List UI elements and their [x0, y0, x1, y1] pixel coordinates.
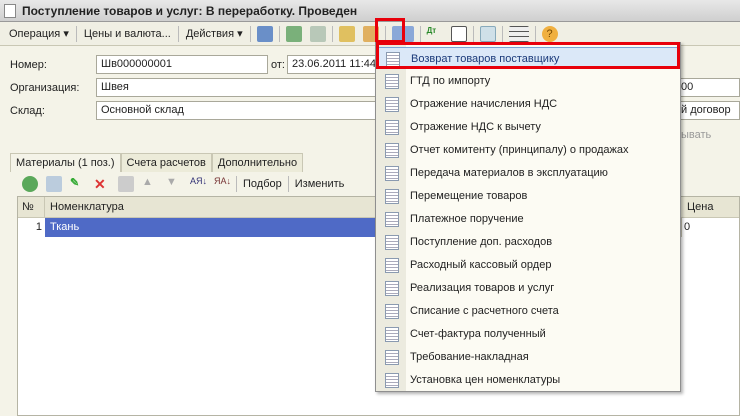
- menu-item[interactable]: Передача материалов в эксплуатацию: [378, 162, 678, 184]
- sort-desc-icon[interactable]: ЯА↓: [214, 176, 231, 192]
- move-down-icon[interactable]: ▼: [166, 176, 182, 192]
- post-icon[interactable]: [256, 25, 273, 42]
- move-up-icon[interactable]: ▲: [142, 176, 158, 192]
- menu-item[interactable]: Реализация товаров и услуг: [378, 277, 678, 299]
- partial-field-2[interactable]: й договор: [680, 101, 740, 120]
- menu-item[interactable]: Перемещение товаров: [378, 185, 678, 207]
- menu-item-label: Счет-фактура полученный: [410, 328, 546, 340]
- menu-item-label: Требование-накладная: [410, 351, 529, 363]
- row-price[interactable]: 0: [681, 218, 690, 237]
- menu-item[interactable]: Поступление доп. расходов: [378, 231, 678, 253]
- document-icon: [385, 166, 399, 181]
- document-icon: [385, 304, 399, 319]
- organization-label: Организация:: [10, 82, 80, 94]
- end-edit-icon[interactable]: [118, 176, 134, 192]
- copy-row-icon[interactable]: [46, 176, 62, 192]
- warehouse-label: Склад:: [10, 105, 45, 117]
- document-icon: [385, 189, 399, 204]
- delete-icon[interactable]: ✕: [94, 176, 110, 192]
- structure-icon[interactable]: [479, 25, 496, 42]
- create-based-on-highlight: [375, 18, 405, 43]
- document-icon: [385, 281, 399, 296]
- actions-menu[interactable]: Действия ▾: [181, 27, 248, 40]
- menu-item-label: Отражение начисления НДС: [410, 98, 558, 110]
- document-icon: [385, 350, 399, 365]
- document-icon: [385, 235, 399, 250]
- menu-item-label: Реализация товаров и услуг: [410, 282, 555, 294]
- document-icon: [385, 327, 399, 342]
- menu-item-label: Установка цен номенклатуры: [410, 374, 561, 386]
- organization-field[interactable]: Швея: [96, 78, 386, 97]
- menu-item-label: Списание с расчетного счета: [410, 305, 559, 317]
- add-icon[interactable]: [22, 176, 38, 192]
- create-based-on-menu: Возврат товаров поставщику ГТД по импорту…: [375, 42, 681, 392]
- tab-accounts[interactable]: Счета расчетов: [120, 153, 212, 172]
- list-settings-icon[interactable]: [508, 25, 529, 42]
- copy-icon[interactable]: [309, 25, 326, 42]
- sort-asc-icon[interactable]: АЯ↓: [190, 176, 207, 192]
- document-icon: [385, 212, 399, 227]
- menu-item-label: Перемещение товаров: [410, 190, 528, 202]
- menu-item[interactable]: Счет-фактура полученный: [378, 323, 678, 345]
- tab-additional[interactable]: Дополнительно: [211, 153, 304, 172]
- menu-item[interactable]: Платежное поручение: [378, 208, 678, 230]
- menu-item-label: Отражение НДС к вычету: [410, 121, 541, 133]
- date-label: от:: [271, 59, 285, 71]
- partial-field-1[interactable]: 00: [680, 78, 740, 97]
- document-icon: [4, 4, 16, 18]
- operation-menu[interactable]: Операция ▾: [4, 27, 74, 40]
- document-icon: [385, 97, 399, 112]
- menu-item-label: Поступление доп. расходов: [410, 236, 553, 248]
- column-price[interactable]: Цена: [681, 197, 713, 217]
- menu-item-label: Расходный кассовый ордер: [410, 259, 552, 271]
- document-icon: [385, 74, 399, 89]
- change-button[interactable]: Изменить: [291, 178, 349, 190]
- report-icon[interactable]: [450, 25, 467, 42]
- menu-item-label: Отчет комитенту (принципалу) о продажах: [410, 144, 629, 156]
- menu-item[interactable]: ГТД по импорту: [378, 70, 678, 92]
- menu-item[interactable]: Расходный кассовый ордер: [378, 254, 678, 276]
- row-number: 1: [35, 221, 42, 233]
- pick-button[interactable]: Подбор: [239, 178, 286, 190]
- menu-item[interactable]: Списание с расчетного счета: [378, 300, 678, 322]
- tab-materials[interactable]: Материалы (1 поз.): [10, 153, 121, 172]
- menu-item-label: Передача материалов в эксплуатацию: [410, 167, 608, 179]
- menu-item[interactable]: Требование-накладная: [378, 346, 678, 368]
- help-icon[interactable]: ?: [541, 25, 558, 42]
- document-icon: [385, 373, 399, 388]
- menu-item[interactable]: Отчет комитенту (принципалу) о продажах: [378, 139, 678, 161]
- edit-icon[interactable]: ✎: [70, 176, 86, 192]
- menu-item-highlight: [376, 42, 680, 69]
- date-field[interactable]: 23.06.2011 11:44: [287, 55, 377, 74]
- menu-item[interactable]: Установка цен номенклатуры: [378, 369, 678, 391]
- menu-item[interactable]: Отражение начисления НДС: [378, 93, 678, 115]
- dt-kt-icon[interactable]: Дт: [427, 26, 443, 42]
- tabs: Материалы (1 поз.) Счета расчетов Дополн…: [10, 153, 304, 172]
- number-field[interactable]: Шв000000001: [96, 55, 268, 74]
- number-label: Номер:: [10, 59, 47, 71]
- window-title-bar: Поступление товаров и услуг: В переработ…: [0, 0, 740, 22]
- document-icon: [385, 143, 399, 158]
- menu-item-label: ГТД по импорту: [410, 75, 491, 87]
- window-title: Поступление товаров и услуг: В переработ…: [22, 4, 358, 18]
- grid-toolbar: ✎ ✕ ▲ ▼ АЯ↓ ЯА↓ Подбор Изменить: [18, 172, 348, 196]
- menu-item-label: Платежное поручение: [410, 213, 524, 225]
- document-icon: [385, 120, 399, 135]
- column-number[interactable]: №: [18, 197, 45, 217]
- menu-item[interactable]: Отражение НДС к вычету: [378, 116, 678, 138]
- refresh-icon[interactable]: [285, 25, 302, 42]
- partial-label-3: ывать: [681, 129, 712, 141]
- document-icon: [385, 258, 399, 273]
- prices-button[interactable]: Цены и валюта...: [79, 28, 176, 40]
- receipt-icon[interactable]: [338, 25, 355, 42]
- warehouse-field[interactable]: Основной склад: [96, 101, 386, 120]
